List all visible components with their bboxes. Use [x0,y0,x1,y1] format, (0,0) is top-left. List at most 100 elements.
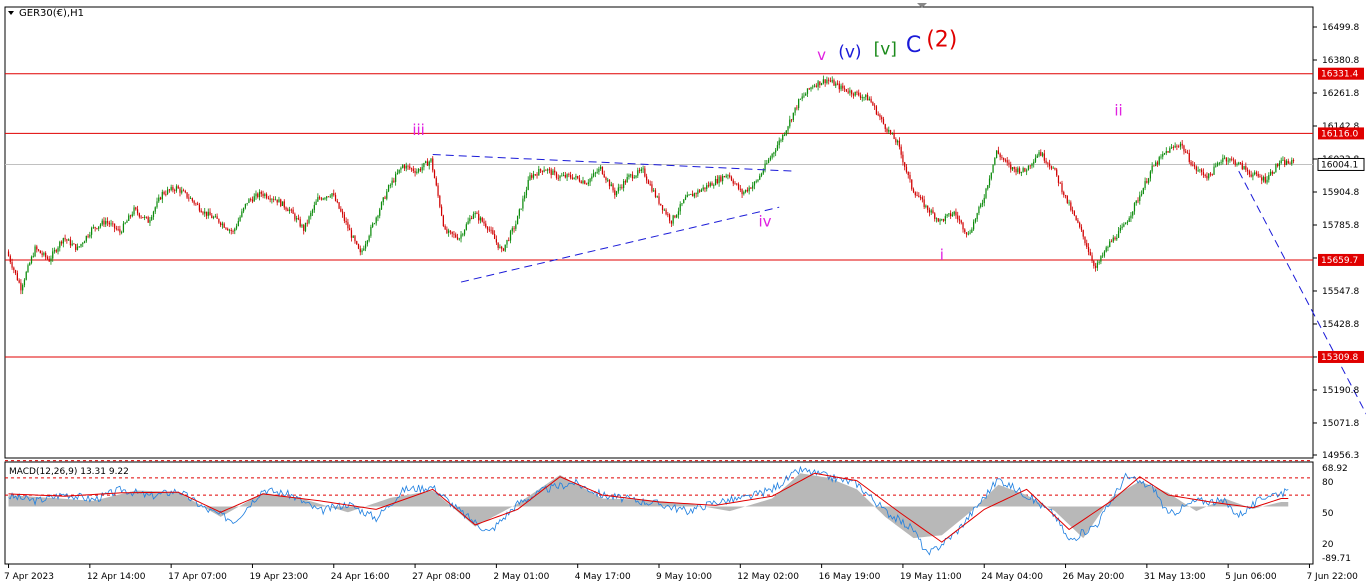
candle-body [122,223,125,233]
candle-body [469,218,471,222]
candle-body [527,180,529,190]
candle-body [891,133,893,134]
candle-body [184,191,186,193]
candle-body [1204,174,1206,176]
candle-body [471,218,473,219]
candle-body [1004,159,1007,161]
candle-body [428,161,430,166]
candle-body [697,190,699,195]
candle-body [515,224,517,229]
candle-body [948,213,950,215]
candle-body [1269,171,1272,175]
candle-body [1096,262,1098,268]
candle-body [1268,174,1270,180]
candle-body [598,168,600,173]
candle-body [1018,168,1021,174]
candle-body [732,180,734,184]
candle-body [861,97,863,99]
candle-body [221,223,224,226]
candle-body [511,228,513,232]
candle-body [1289,163,1291,165]
candle-body [345,220,347,223]
price-chart[interactable]: iiiivv(v)[v]C(2)iiiiii 16499.816380.8162… [0,0,1366,588]
candle-body [105,221,107,225]
current-price-tag: 16004.1 [1321,160,1358,170]
candle-body [1015,168,1017,173]
candle-body [619,187,621,189]
candle-body [364,244,367,249]
candle-body [253,196,255,202]
candle-body [752,185,754,189]
candle-body [739,188,741,190]
candle-body [577,176,579,179]
candle-body [713,185,715,186]
candle-body [486,227,489,230]
candle-body [303,225,305,231]
trend-line-2 [1238,170,1366,415]
candle-body [806,88,809,94]
candle-body [235,226,238,229]
candle-body [1287,160,1289,164]
candle-body [543,169,545,172]
macd-frame [4,461,1314,565]
chart-menu-icon[interactable] [8,11,14,15]
candle-body [382,197,384,203]
candle-body [605,177,607,181]
candle-body [944,216,946,221]
candle-body [421,167,423,171]
candle-body [228,229,231,231]
candle-body [893,133,895,139]
candle-body [265,194,268,198]
candle-body [241,211,243,217]
candle-body [85,235,87,242]
candle-body [1197,170,1199,172]
candle-body [490,229,492,231]
candle-body [414,171,416,173]
candle-body [1227,160,1229,162]
candle-body [410,168,413,170]
candle-body [707,185,710,187]
candle-body [101,220,103,225]
candle-body [391,180,393,185]
candle-body [509,231,512,241]
candle-body [1178,146,1180,148]
candle-body [656,196,658,198]
candle-body [158,197,160,202]
wave-label-6: (2) [926,27,957,52]
x-tick-label: 5 Jun 06:00 [1225,572,1277,582]
candle-body [674,215,676,218]
candle-body [987,185,989,189]
candle-body [610,184,612,187]
candle-body [48,258,50,262]
candle-body [285,207,287,210]
candle-body [402,165,404,168]
candle-body [684,197,687,200]
candle-body [1105,247,1107,252]
candle-body [1006,160,1008,163]
candle-body [971,229,973,233]
candle-body [704,187,706,189]
candle-body [828,79,830,81]
candle-body [90,227,93,235]
candle-body [186,192,188,198]
candle-body [582,180,584,184]
candle-body [651,184,653,192]
candle-body [1073,211,1075,216]
candle-body [1091,255,1093,261]
candle-body [744,189,747,192]
candle-body [1215,165,1217,167]
candle-body [548,169,551,171]
candle-body [297,218,300,220]
candle-body [637,170,639,176]
candle-body [1186,152,1189,154]
candle-body [757,179,759,182]
candle-body [766,162,768,164]
candle-body [205,211,208,216]
candle-body [274,199,277,201]
candle-body [550,169,552,175]
candle-body [493,234,496,240]
candle-body [1206,175,1208,179]
candle-body [96,228,98,229]
candle-body [128,215,130,221]
candle-body [1008,162,1010,165]
